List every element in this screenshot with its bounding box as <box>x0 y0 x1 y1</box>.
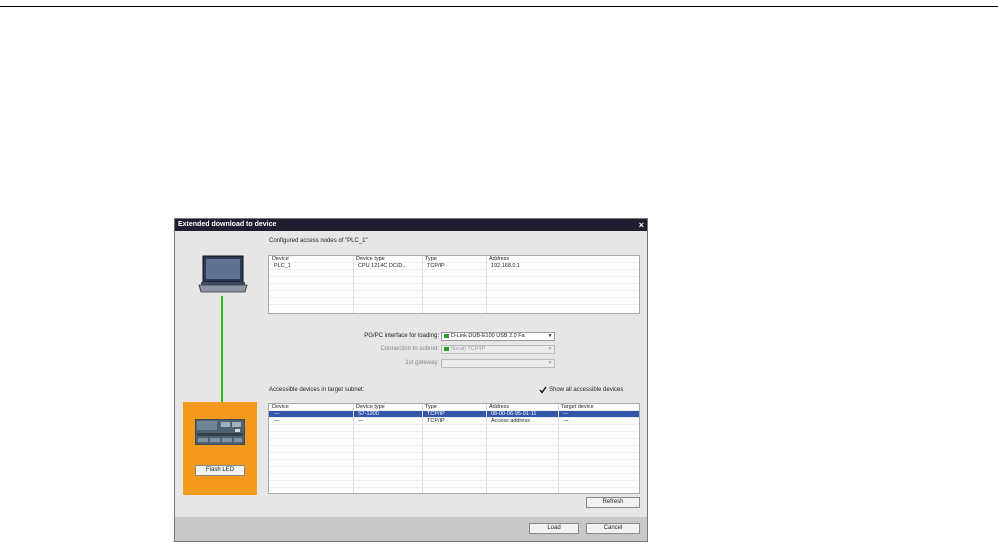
subnet-value: (local) TCP/IP <box>451 346 486 352</box>
column-divider <box>422 404 423 493</box>
gateway-select[interactable]: ▼ <box>441 359 555 368</box>
column-divider <box>486 256 487 313</box>
table-row-selected[interactable]: — S7-1200 TCP/IP 08-00-06-95-91-11 — <box>269 411 639 418</box>
table-row-empty <box>269 481 639 488</box>
table-row-empty <box>269 298 639 305</box>
column-divider <box>558 404 559 493</box>
device-cell: — <box>274 418 280 424</box>
subnet-select[interactable]: (local) TCP/IP ▼ <box>441 345 555 354</box>
table-row-empty <box>269 284 639 291</box>
device-type-cell: CPU 1214C DC/D... <box>358 263 407 269</box>
table-row-empty <box>269 467 639 474</box>
device-cell: — <box>274 411 280 417</box>
table-header-row: Device Device type Type Address Target d… <box>269 404 639 411</box>
table-row-empty <box>269 425 639 432</box>
accessible-devices-table: Device Device type Type Address Target d… <box>268 403 640 494</box>
column-divider <box>486 404 487 493</box>
network-adapter-icon <box>444 346 449 351</box>
column-header: Type <box>425 256 437 262</box>
target-device-cell: — <box>563 418 569 424</box>
table-row-empty <box>269 446 639 453</box>
column-header: Type <box>425 404 437 410</box>
table-row-empty <box>269 460 639 467</box>
table-row-empty <box>269 432 639 439</box>
chevron-down-icon: ▼ <box>547 346 553 352</box>
load-button[interactable]: Load <box>529 523 579 534</box>
table-row-empty <box>269 291 639 298</box>
gateway-label: 1st gateway: <box>405 360 439 366</box>
target-device-panel: Flash LED <box>183 402 257 495</box>
table-row[interactable]: PLC_1 CPU 1214C DC/D... TCP/IP 192.168.0… <box>269 263 639 270</box>
configured-nodes-table: Device Device type Type Address PLC_1 CP… <box>268 255 640 314</box>
accessible-devices-heading: Accessible devices in target subnet: <box>269 387 365 393</box>
network-adapter-icon <box>444 333 449 338</box>
table-header-row: Device Device type Type Address <box>269 256 639 263</box>
plc-device-icon <box>194 418 246 446</box>
pgpc-interface-label: PG/PC interface for loading: <box>364 333 439 339</box>
dialog-titlebar: Extended download to device × <box>175 219 647 231</box>
table-row-empty <box>269 439 639 446</box>
show-all-checkbox[interactable] <box>539 386 547 394</box>
table-row-empty <box>269 453 639 460</box>
column-header: Device <box>272 256 289 262</box>
flash-led-button[interactable]: Flash LED <box>195 465 245 476</box>
laptop-icon <box>197 255 249 295</box>
column-divider <box>422 256 423 313</box>
refresh-button[interactable]: Refresh <box>586 497 640 508</box>
address-cell: 08-00-06-95-91-11 <box>491 411 537 417</box>
type-cell: TCP/IP <box>427 263 445 269</box>
subnet-label: Connection to subnet: <box>380 346 439 352</box>
close-icon[interactable]: × <box>639 219 644 231</box>
table-row-empty <box>269 277 639 284</box>
type-cell: TCP/IP <box>427 411 445 417</box>
target-device-cell: — <box>563 411 569 417</box>
chevron-down-icon: ▼ <box>547 333 553 339</box>
extended-download-dialog: Extended download to device × Flash LED … <box>174 218 648 542</box>
dialog-footer: Load Cancel <box>175 517 647 541</box>
address-cell: 192.168.0.1 <box>491 263 521 269</box>
column-header: Device <box>272 404 289 410</box>
column-header: Address <box>489 256 510 262</box>
table-row-empty <box>269 474 639 481</box>
column-header: Target device <box>561 404 594 410</box>
show-all-label[interactable]: Show all accessible devices <box>549 387 623 393</box>
column-header: Device type <box>356 404 385 410</box>
connection-line <box>221 296 223 402</box>
pgpc-interface-value: D-Link DUB-E100 USB 2.0 Fa <box>451 333 525 339</box>
device-type-cell: S7-1200 <box>358 411 379 417</box>
table-row[interactable]: — — TCP/IP Access address — <box>269 418 639 425</box>
device-type-cell: — <box>358 418 364 424</box>
type-cell: TCP/IP <box>427 418 445 424</box>
pgpc-interface-select[interactable]: D-Link DUB-E100 USB 2.0 Fa ▼ <box>441 332 555 341</box>
cancel-button[interactable]: Cancel <box>586 523 640 534</box>
column-header: Address <box>489 404 510 410</box>
dialog-title: Extended download to device <box>178 221 277 228</box>
chevron-down-icon: ▼ <box>547 360 553 366</box>
top-rule <box>0 6 998 7</box>
device-cell: PLC_1 <box>274 263 291 269</box>
table-row-empty <box>269 270 639 277</box>
column-divider <box>353 256 354 313</box>
address-cell: Access address <box>491 418 530 424</box>
configured-nodes-heading: Configured access nodes of "PLC_1" <box>269 238 368 244</box>
column-divider <box>353 404 354 493</box>
column-header: Device type <box>356 256 385 262</box>
